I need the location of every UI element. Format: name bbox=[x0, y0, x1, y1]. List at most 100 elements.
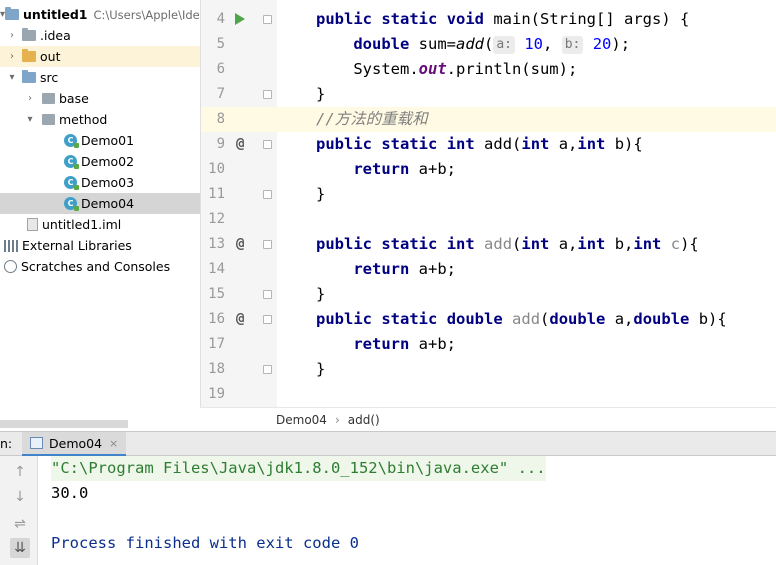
package-icon bbox=[42, 114, 55, 125]
tree-item-scratches[interactable]: Scratches and Consoles bbox=[0, 256, 200, 277]
class-icon: C bbox=[64, 155, 79, 169]
param-hint: a: bbox=[493, 36, 515, 54]
horizontal-scrollbar[interactable] bbox=[0, 420, 128, 428]
tree-item-iml[interactable]: untitled1.iml bbox=[0, 214, 200, 235]
overload-icon[interactable]: @ bbox=[236, 232, 244, 257]
breadcrumb-item-class[interactable]: Demo04 bbox=[276, 413, 327, 427]
tree-item-label: Demo02 bbox=[81, 154, 135, 169]
line-number: 17 bbox=[208, 336, 225, 352]
run-tab-demo04[interactable]: Demo04 × bbox=[22, 432, 127, 456]
tree-item-idea[interactable]: › .idea bbox=[0, 25, 200, 46]
code-line[interactable]: 11 } bbox=[201, 182, 776, 207]
console-command-line: "C:\Program Files\Java\jdk1.8.0_152\bin\… bbox=[51, 456, 546, 481]
line-number: 19 bbox=[208, 386, 225, 402]
code-text: } bbox=[316, 285, 326, 303]
code-line[interactable]: 16 @ public static double add(double a,d… bbox=[201, 307, 776, 332]
code-line[interactable]: 5 double sum=add(a: 10, b: 20); bbox=[201, 32, 776, 57]
line-number: 13 bbox=[208, 236, 225, 252]
tree-item-out[interactable]: › out bbox=[0, 46, 200, 67]
code-line[interactable]: 7 } bbox=[201, 82, 776, 107]
code-line[interactable]: 19 bbox=[201, 382, 776, 407]
fold-icon[interactable] bbox=[263, 365, 272, 374]
soft-wrap-icon[interactable]: ⇌ bbox=[10, 514, 30, 534]
code-text: } bbox=[316, 360, 326, 378]
code-line[interactable]: 6 System.out.println(sum); bbox=[201, 57, 776, 82]
line-number: 7 bbox=[216, 86, 225, 102]
project-tree: ▾ untitled1 C:\Users\Apple\Idea › .idea … bbox=[0, 0, 200, 430]
line-number: 9 bbox=[216, 136, 225, 152]
code-line[interactable]: 17 return a+b; bbox=[201, 332, 776, 357]
code-line[interactable]: 18 } bbox=[201, 357, 776, 382]
tree-item-label: Demo04 bbox=[81, 196, 135, 211]
tree-item-label: out bbox=[40, 49, 61, 64]
code-line[interactable]: 10 return a+b; bbox=[201, 157, 776, 182]
fold-icon[interactable] bbox=[263, 190, 272, 199]
fold-icon[interactable] bbox=[263, 90, 272, 99]
code-text: } bbox=[316, 185, 326, 203]
fold-icon[interactable] bbox=[263, 240, 272, 249]
chevron-right-icon[interactable]: › bbox=[6, 30, 18, 42]
code-text: return a+b; bbox=[353, 335, 456, 353]
breadcrumb: Demo04 › add() bbox=[200, 407, 776, 431]
tree-item-demo02[interactable]: C Demo02 bbox=[0, 151, 200, 172]
tree-item-external-libraries[interactable]: External Libraries bbox=[0, 235, 200, 256]
code-text: public static int add(int a,int b,int c)… bbox=[316, 235, 699, 253]
fold-icon[interactable] bbox=[263, 315, 272, 324]
code-text: double sum=add(a: 10, b: 20); bbox=[353, 35, 631, 54]
class-icon: C bbox=[64, 134, 79, 148]
tree-root-label: untitled1 bbox=[23, 7, 88, 22]
line-number: 8 bbox=[216, 111, 225, 127]
tree-root[interactable]: ▾ untitled1 C:\Users\Apple\Idea bbox=[0, 4, 200, 25]
tree-root-path: C:\Users\Apple\Idea bbox=[93, 7, 200, 22]
code-line[interactable]: 4 public static void main(String[] args)… bbox=[201, 7, 776, 32]
scratch-icon bbox=[4, 260, 17, 273]
fold-icon[interactable] bbox=[263, 15, 272, 24]
run-tab-label: Demo04 bbox=[49, 435, 103, 451]
chevron-right-icon: › bbox=[334, 412, 340, 427]
class-icon: C bbox=[64, 176, 79, 190]
overload-icon[interactable]: @ bbox=[236, 132, 244, 157]
tree-item-label: Scratches and Consoles bbox=[21, 259, 171, 274]
tree-item-src[interactable]: ▾ src bbox=[0, 67, 200, 88]
code-text: public static double add(double a,double… bbox=[316, 310, 727, 328]
overload-icon[interactable]: @ bbox=[236, 307, 244, 332]
line-number: 18 bbox=[208, 361, 225, 377]
arrow-up-icon[interactable]: ↑ bbox=[10, 462, 30, 482]
code-line-current[interactable]: 8 //方法的重载和 bbox=[201, 107, 776, 132]
chevron-right-icon[interactable]: › bbox=[24, 93, 36, 105]
line-number: 14 bbox=[208, 261, 225, 277]
fold-icon[interactable] bbox=[263, 290, 272, 299]
code-line[interactable]: 13 @ public static int add(int a,int b,i… bbox=[201, 232, 776, 257]
chevron-down-icon[interactable]: ▾ bbox=[6, 72, 18, 84]
tree-item-demo04[interactable]: C Demo04 bbox=[0, 193, 200, 214]
code-line[interactable]: 15 } bbox=[201, 282, 776, 307]
code-text: } bbox=[316, 85, 326, 103]
breadcrumb-item-method[interactable]: add() bbox=[348, 413, 380, 427]
console-output[interactable]: "C:\Program Files\Java\jdk1.8.0_152\bin\… bbox=[38, 456, 776, 565]
tree-item-method[interactable]: ▾ method bbox=[0, 109, 200, 130]
run-icon[interactable] bbox=[235, 13, 245, 25]
tree-item-demo03[interactable]: C Demo03 bbox=[0, 172, 200, 193]
tree-item-base[interactable]: › base bbox=[0, 88, 200, 109]
tree-item-label: Demo03 bbox=[81, 175, 135, 190]
tree-item-label: src bbox=[40, 70, 59, 85]
code-line[interactable]: 9 @ public static int add(int a,int b){ bbox=[201, 132, 776, 157]
arrow-down-icon[interactable]: ↓ bbox=[10, 487, 30, 507]
tree-item-demo01[interactable]: C Demo01 bbox=[0, 130, 200, 151]
tree-item-label: method bbox=[59, 112, 108, 127]
tree-item-label: Demo01 bbox=[81, 133, 135, 148]
chevron-right-icon[interactable]: › bbox=[6, 51, 18, 63]
close-icon[interactable]: × bbox=[109, 437, 118, 450]
code-editor[interactable]: 4 public static void main(String[] args)… bbox=[200, 0, 776, 407]
fold-icon[interactable] bbox=[263, 140, 272, 149]
file-icon bbox=[27, 218, 38, 231]
folder-icon bbox=[5, 7, 20, 20]
code-line[interactable]: 12 bbox=[201, 207, 776, 232]
libraries-icon bbox=[4, 239, 18, 252]
scroll-to-end-icon[interactable]: ⇊ bbox=[10, 538, 30, 558]
code-text: return a+b; bbox=[353, 160, 456, 178]
chevron-down-icon[interactable]: ▾ bbox=[24, 114, 36, 126]
run-toolbar: ↑ ↓ ⇌ ⇊ bbox=[0, 456, 38, 565]
code-text: public static int add(int a,int b){ bbox=[316, 135, 643, 153]
code-line[interactable]: 14 return a+b; bbox=[201, 257, 776, 282]
